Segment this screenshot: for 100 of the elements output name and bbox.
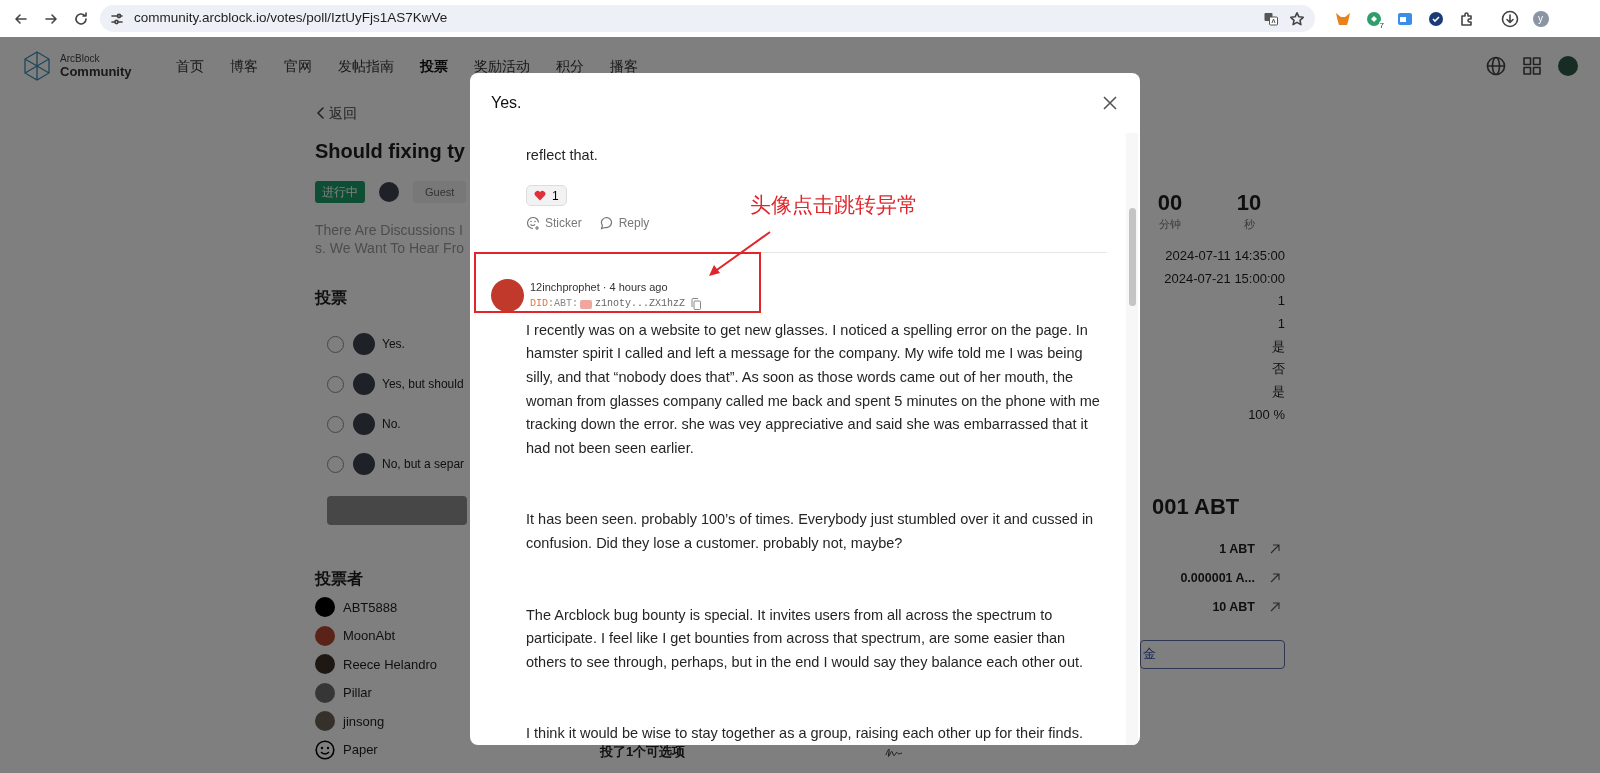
author-avatar: [379, 182, 399, 202]
close-icon: [1102, 95, 1118, 111]
smiley-plus-icon: [526, 215, 540, 230]
logo-text: Community: [60, 64, 132, 79]
reward-button[interactable]: 金: [1140, 639, 1285, 669]
option-avatar: [353, 333, 375, 355]
option-avatar: [353, 373, 375, 395]
profile-button[interactable]: y: [1532, 10, 1549, 27]
arrow-up-right-icon[interactable]: [1269, 601, 1281, 613]
logo-text: ArcBlock: [60, 53, 101, 64]
reload-icon: [73, 10, 89, 27]
option-label[interactable]: No, but a separ: [382, 455, 465, 473]
did-address[interactable]: z1noty...ZX1hzZ: [595, 296, 686, 313]
reward-amount: 0.000001 A...: [1180, 569, 1255, 587]
option-avatar: [353, 453, 375, 475]
translate-icon[interactable]: [1263, 10, 1279, 27]
globe-icon[interactable]: [1486, 56, 1506, 76]
status-badge: 进行中: [315, 181, 365, 203]
section-title: 投票者: [315, 569, 364, 589]
window-extension-icon[interactable]: [1396, 10, 1413, 27]
arrow-up-right-icon[interactable]: [1269, 572, 1281, 584]
nav-link[interactable]: 发帖指南: [337, 59, 394, 73]
voter-name[interactable]: Reece Helandro: [343, 654, 437, 674]
did-type: :ABT:: [548, 297, 579, 312]
poll-title: Should fixing ty: [315, 139, 466, 164]
chevron-left-icon: [315, 106, 325, 120]
cube-logo-icon: [22, 50, 52, 82]
comment-paragraph: I think it would be wise to stay together as a group, raising each other up for their finds.: [526, 724, 1084, 744]
commenter-avatar[interactable]: [491, 279, 524, 313]
bookmark-star-icon[interactable]: [1289, 10, 1305, 27]
nav-link[interactable]: 首页: [175, 59, 204, 73]
detail-value: 2024-07-11 14:35:00: [1164, 247, 1285, 265]
comment-paragraph: I recently was on a website to get new glasses. I noticed a spelling error on the page. In hamster spirit I called and left a message for the company. My wife told me I was being silly, and that “nobody does that”. As soon as those words came out of her mouth, the woman from glasses company called me back and spent 5 minutes on the phone with me tracking down the error. she was vey appreciative and said she was embarrassed that it had not been seen earlier.: [526, 320, 1100, 458]
grid-icon[interactable]: [1522, 56, 1542, 76]
address-bar[interactable]: community.arcblock.io/votes/poll/IztUyFjs1AS7KwVe: [100, 5, 1315, 32]
nav-link[interactable]: 博客: [229, 59, 258, 73]
voter-name[interactable]: ABT5888: [343, 597, 398, 617]
site-settings-icon[interactable]: [110, 11, 124, 26]
arrow-up-right-icon[interactable]: [1269, 543, 1281, 555]
option-avatar: [353, 413, 375, 435]
comment-paragraph: It has been seen. probably 100’s of times. Everybody just stumbled over it and cussed in confusion. Did they lose a customer. probably not, maybe?: [526, 510, 1095, 553]
reward-total: 001 ABT: [1151, 492, 1241, 521]
copy-icon[interactable]: [691, 298, 702, 311]
nav-link[interactable]: 奖励活动: [473, 59, 530, 73]
role-tag: Guest: [413, 180, 467, 204]
action-button[interactable]: Sticker: [526, 213, 582, 232]
comment-paragraph: The Arcblock bug bounty is special. It invites users from all across the spectrum to participate. I feel like I get bounties from across that spectrum, are some easier than others to see through, perhaps, but in the end I would say they balance each other out.: [526, 605, 1084, 672]
section-title: 投票: [315, 289, 348, 307]
annotation-arrow: [706, 230, 772, 278]
nav-link[interactable]: 官网: [283, 59, 312, 73]
did-method: DID: [530, 297, 548, 312]
detail-value: 1: [1276, 315, 1285, 334]
fox-extension-icon[interactable]: [1334, 10, 1351, 27]
annotation-text: 头像点击跳转异常: [750, 192, 918, 218]
detail-value: 2024-07-21 15:00:00: [1163, 269, 1285, 288]
reaction-button[interactable]: 1: [526, 185, 567, 206]
smiley-avatar-icon: [315, 739, 335, 760]
option-label[interactable]: No.: [382, 415, 401, 433]
voter-name[interactable]: MoonAbt: [343, 626, 396, 646]
voter-name[interactable]: Pillar: [343, 683, 372, 703]
voter-name[interactable]: jinsong: [343, 711, 385, 731]
nav-link[interactable]: 播客: [609, 59, 638, 73]
vote-summary: 投了1个可选项: [600, 743, 686, 762]
nav-link[interactable]: 积分: [555, 59, 584, 73]
scrollbar[interactable]: [1126, 133, 1138, 745]
comment-text: reflect that.: [526, 146, 599, 165]
voter-avatar: [315, 654, 335, 675]
detail-value: 否: [1271, 360, 1285, 379]
countdown-unit: 秒: [1242, 217, 1256, 232]
option-label[interactable]: Yes.: [382, 335, 405, 353]
extension-badge: 7: [1378, 20, 1385, 31]
option-label[interactable]: Yes, but should: [382, 375, 464, 393]
comment-byline: 12inchprophet · 4 hours ago: [530, 280, 669, 296]
heart-icon: [534, 190, 546, 201]
reward-amount: 1 ABT: [1219, 540, 1255, 558]
voter-avatar: [315, 625, 335, 646]
detail-value: 100 %: [1247, 405, 1285, 424]
detail-value: 是: [1271, 383, 1285, 402]
download-icon[interactable]: [1500, 9, 1519, 28]
countdown-value: 00: [1156, 190, 1184, 216]
voter-avatar: [315, 711, 335, 732]
extension-icon[interactable]: [1365, 10, 1382, 27]
detail-value: 1: [1276, 292, 1285, 311]
back-link[interactable]: 返回: [315, 103, 470, 123]
user-avatar[interactable]: [1558, 56, 1578, 76]
puzzle-icon[interactable]: [1458, 10, 1475, 27]
url-text: community.arcblock.io/votes/poll/IztUyFjs1AS7KwVe: [134, 9, 449, 28]
countdown-unit: 分钟: [1158, 217, 1182, 232]
did-avatar-icon: [580, 299, 593, 309]
detail-value: 是: [1271, 337, 1285, 356]
nav-link[interactable]: 投票: [419, 59, 448, 73]
action-button[interactable]: Reply: [599, 213, 650, 232]
voter-avatar: [315, 682, 335, 703]
countdown-value: 10: [1235, 190, 1263, 216]
speech-bubble-icon: [599, 215, 614, 230]
voter-avatar: [315, 597, 335, 618]
voter-name[interactable]: Paper: [343, 740, 378, 760]
check-extension-icon[interactable]: [1427, 10, 1444, 27]
modal-title: Yes.: [491, 93, 522, 113]
reward-amount: 10 ABT: [1212, 598, 1255, 616]
